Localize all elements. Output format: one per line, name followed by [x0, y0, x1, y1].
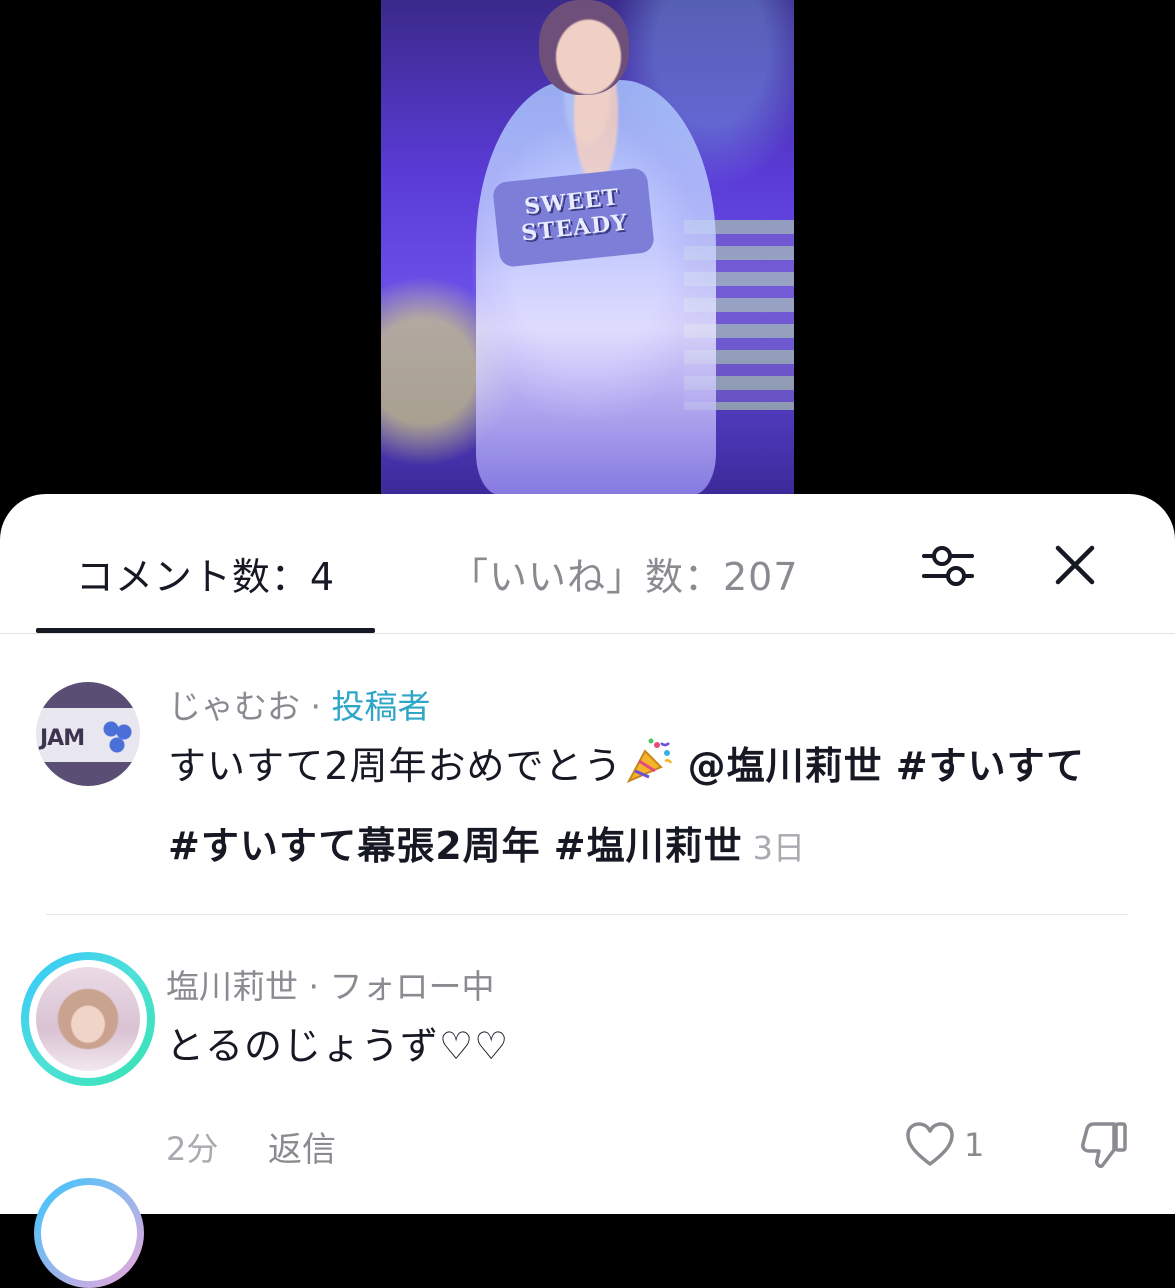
hashtag-link[interactable]: #すいすて	[896, 744, 1085, 788]
avatar[interactable]: JAM	[36, 682, 140, 786]
avatar-photo	[36, 967, 140, 1071]
comment-text: とるのじょうず♡♡	[166, 1024, 510, 1068]
avatar-logo-text: JAM	[40, 726, 85, 751]
filter-sliders-icon[interactable]	[920, 544, 976, 588]
avatar-band-bottom	[36, 762, 140, 786]
comment-meta: 塩川莉世 · フォロー中	[166, 960, 494, 1008]
avatar-band	[36, 682, 140, 708]
close-icon[interactable]	[1052, 542, 1098, 588]
meta-separator: ·	[298, 967, 330, 1006]
mention-link[interactable]: @塩川莉世	[688, 744, 883, 788]
comment-username[interactable]: 塩川莉世	[166, 967, 298, 1006]
meta-separator: ·	[300, 687, 332, 726]
video-frame[interactable]: SWEET STEADY	[381, 0, 794, 495]
comment-time: 2分	[166, 1130, 219, 1168]
comments-sheet: コメント数：4 「いいね」数：207 JAM じゃむお · 投稿者 すいすて2周…	[0, 494, 1175, 1288]
video-area[interactable]: SWEET STEADY	[0, 0, 1175, 520]
tab-comments[interactable]: コメント数：4	[36, 546, 375, 632]
like-count: 1	[964, 1126, 985, 1164]
avatar[interactable]	[34, 1178, 144, 1288]
comment-time: 3日	[752, 829, 805, 867]
following-badge: フォロー中	[329, 967, 495, 1006]
performer	[476, 80, 716, 495]
shirt-logo: SWEET STEADY	[491, 167, 656, 268]
avatar-ring-inner	[41, 1185, 137, 1281]
hashtag-link[interactable]: #塩川莉世	[554, 824, 743, 868]
comment-actions: 2分 返信 1	[166, 1122, 1146, 1184]
comment-meta: じゃむお · 投稿者	[168, 680, 430, 728]
blueberry-icon	[102, 720, 132, 754]
avatar[interactable]	[21, 952, 155, 1086]
author-badge: 投稿者	[331, 687, 431, 726]
hashtag-link[interactable]: #すいすて幕張2周年	[168, 824, 541, 868]
party-popper-icon	[626, 738, 672, 784]
performer-head	[539, 0, 629, 95]
heart-icon[interactable]	[904, 1120, 956, 1168]
comment-username[interactable]: じゃむお	[168, 687, 300, 726]
comment-text: すいすて2周年おめでとう @塩川莉世 #すいすて #すいすて幕張2周年 #塩川莉…	[168, 726, 1118, 888]
tab-bar: コメント数：4 「いいね」数：207	[0, 494, 1175, 634]
tabs-divider	[0, 633, 1175, 634]
comment-body: すいすて2周年おめでとう	[168, 744, 623, 788]
tab-likes[interactable]: 「いいね」数：207	[450, 546, 830, 606]
reply-button[interactable]: 返信	[268, 1122, 336, 1171]
comment-divider	[46, 914, 1128, 915]
dislike-icon[interactable]	[1078, 1118, 1130, 1170]
